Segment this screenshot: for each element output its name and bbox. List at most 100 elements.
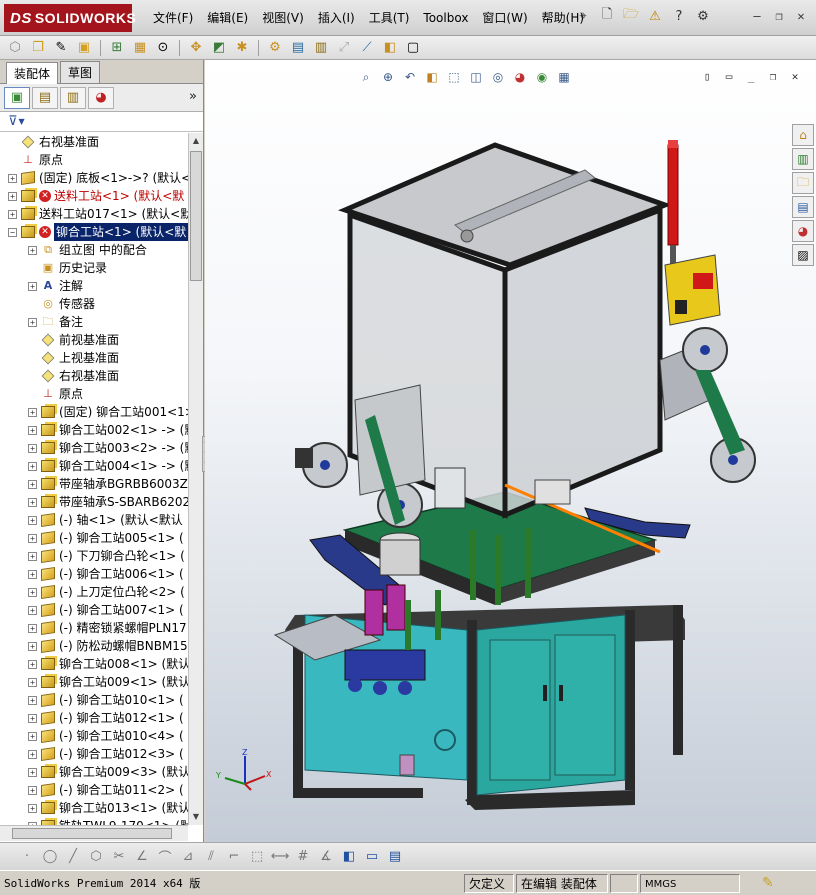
tree-item[interactable]: + 🗀 备注 — [0, 313, 188, 331]
reference-geometry-icon[interactable]: ⚙ — [266, 39, 284, 57]
menu-view[interactable]: 视图(V) — [255, 9, 311, 27]
scroll-down-icon[interactable]: ▼ — [189, 809, 203, 825]
tree-item[interactable]: + (-) 铆合工站012<3> ( — [0, 745, 188, 763]
close-button[interactable]: ✕ — [792, 8, 810, 24]
expand-toggle-icon[interactable]: + — [28, 317, 37, 327]
expand-toggle-icon[interactable]: + — [28, 461, 37, 471]
expand-panel-button[interactable]: » — [189, 89, 197, 104]
linear-pattern-icon[interactable]: ▦ — [131, 39, 149, 57]
open-icon[interactable]: 🗁 — [622, 6, 640, 26]
tree-horizontal-scrollbar[interactable] — [0, 825, 188, 841]
tab-sketch[interactable]: 草图 — [60, 61, 101, 83]
view-palette-icon[interactable]: ▤ — [792, 196, 814, 218]
solidworks-logo[interactable]: DS SOLIDWORKS — [4, 4, 136, 32]
move-component-icon[interactable]: ✥ — [187, 39, 205, 57]
design-library-icon[interactable]: ▥ — [792, 148, 814, 170]
configuration-manager-icon[interactable]: ▥ — [60, 86, 86, 109]
pin-icon[interactable]: ⌖ — [574, 6, 592, 26]
menu-tools[interactable]: 工具(T) — [362, 9, 417, 27]
expand-toggle-icon[interactable]: + — [28, 695, 37, 705]
menu-toolbox[interactable]: Toolbox — [416, 9, 475, 27]
expand-toggle-icon[interactable]: + — [28, 641, 37, 651]
help-icon[interactable]: ? — [670, 6, 688, 26]
tree-item[interactable]: + 铆合工站013<1> (默认< — [0, 799, 188, 817]
scroll-up-icon[interactable]: ▲ — [189, 133, 203, 149]
offset-icon[interactable]: ⊿ — [179, 848, 197, 866]
tree-item[interactable]: + ✕ 送料工站<1> (默认<默 — [0, 187, 188, 205]
insert-component-icon[interactable]: ▣ — [75, 39, 93, 57]
tree-item[interactable]: + (固定) 铆合工站001<1> — [0, 403, 188, 421]
tree-item[interactable]: 右视基准面 — [0, 367, 188, 385]
appearances-icon[interactable]: ◕ — [792, 220, 814, 242]
status-units[interactable]: MMGS — [640, 873, 740, 893]
expand-toggle-icon[interactable]: + — [28, 479, 37, 489]
menu-insert[interactable]: 插入(I) — [311, 9, 362, 27]
tree-item[interactable]: 右视基准面 — [0, 133, 188, 151]
expand-toggle-icon[interactable]: + — [28, 551, 37, 561]
edit-component-icon[interactable]: ✎ — [52, 39, 70, 57]
display-icon[interactable]: ▭ — [363, 848, 381, 866]
expand-toggle-icon[interactable]: + — [28, 623, 37, 633]
menu-file[interactable]: 文件(F) — [146, 9, 200, 27]
mate-icon[interactable]: ⊞ — [108, 39, 126, 57]
dimension-icon[interactable]: ⟷ — [271, 848, 290, 866]
custom-properties-icon[interactable]: ▨ — [792, 244, 814, 266]
fillet-icon[interactable]: ⌒ — [156, 848, 174, 866]
new-motion-study-icon[interactable]: ▤ — [289, 39, 307, 57]
rebuild-warning-icon[interactable]: ⚠ — [646, 6, 664, 26]
expand-toggle-icon[interactable]: + — [28, 281, 37, 291]
bill-of-materials-icon[interactable]: ▥ — [312, 39, 330, 57]
circle-icon[interactable]: ◯ — [41, 848, 59, 866]
new-document-icon[interactable]: 🗋 — [598, 6, 616, 26]
tree-item[interactable]: + (-) 铆合工站012<1> ( — [0, 709, 188, 727]
rectangle-icon[interactable]: ⬚ — [248, 848, 266, 866]
expand-toggle-icon[interactable]: + — [28, 245, 37, 255]
show-hidden-icon[interactable]: ◩ — [210, 39, 228, 57]
smart-fasteners-icon[interactable]: ⊙ — [154, 39, 172, 57]
tree-item[interactable]: + 铆合工站002<1> -> (默 — [0, 421, 188, 439]
tree-item[interactable]: ▣ 历史记录 — [0, 259, 188, 277]
tree-item[interactable]: + 带座轴承BGRBB6003ZZ-3 — [0, 475, 188, 493]
tree-item[interactable]: + 铆合工站008<1> (默认< — [0, 655, 188, 673]
corner-icon[interactable]: ⌐ — [225, 848, 243, 866]
rebuild-icon[interactable]: ✎ — [762, 875, 774, 891]
tree-item[interactable]: + 带座轴承S-SBARB6202ZZ — [0, 493, 188, 511]
expand-toggle-icon[interactable]: + — [8, 191, 17, 201]
expand-toggle-icon[interactable]: + — [28, 515, 37, 525]
tree-item[interactable]: ⊥ 原点 — [0, 151, 188, 169]
expand-toggle-icon[interactable]: + — [8, 209, 17, 219]
file-explorer-icon[interactable]: 🗀 — [792, 172, 814, 194]
graphics-area[interactable]: ⌕ ⊕ ↶ ◧ ⬚ ◫ ◎ ◕ ◉ ▦ ▯ ▭ _ ❐ ✕ ⌂ ▥ 🗀 ▤ ◕ … — [205, 60, 816, 842]
expand-toggle-icon[interactable]: + — [28, 605, 37, 615]
expand-toggle-icon[interactable]: + — [28, 713, 37, 723]
expand-toggle-icon[interactable]: + — [28, 497, 37, 507]
feature-manager-icon[interactable]: ▣ — [4, 86, 30, 109]
tree-item[interactable]: ⊥ 原点 — [0, 385, 188, 403]
expand-toggle-icon[interactable]: + — [28, 677, 37, 687]
tree-item[interactable]: 前视基准面 — [0, 331, 188, 349]
tab-assembly[interactable]: 装配体 — [6, 62, 59, 84]
mirror-icon[interactable]: ⫽ — [202, 848, 220, 866]
menu-window[interactable]: 窗口(W) — [475, 9, 534, 27]
tree-item[interactable]: + (-) 铆合工站010<1> ( — [0, 691, 188, 709]
tree-item[interactable]: 上视基准面 — [0, 349, 188, 367]
angle-icon[interactable]: ∡ — [317, 848, 335, 866]
grid-icon[interactable]: # — [294, 848, 312, 866]
tree-item[interactable]: + (-) 下刀铆合凸轮<1> ( — [0, 547, 188, 565]
expand-toggle-icon[interactable]: + — [28, 785, 37, 795]
open-file-icon[interactable]: ❐ — [29, 39, 47, 57]
tree-item[interactable]: + 送料工站017<1> (默认<默 — [0, 205, 188, 223]
filter-icon[interactable]: ⊽ — [8, 114, 18, 129]
expand-toggle-icon[interactable]: + — [28, 749, 37, 759]
menu-edit[interactable]: 编辑(E) — [200, 9, 255, 27]
tree-item[interactable]: + (固定) 底板<1>->? (默认< — [0, 169, 188, 187]
layout-icon[interactable]: ▢ — [404, 39, 422, 57]
tree-filter[interactable]: ⊽ ▼ — [0, 112, 203, 132]
tree-item[interactable]: + 铆合工站009<3> (默认< — [0, 763, 188, 781]
tree-item[interactable]: + (-) 铆合工站011<2> ( — [0, 781, 188, 799]
expand-toggle-icon[interactable]: + — [28, 407, 37, 417]
tree-item[interactable]: + 铆合工站004<1> -> (默 — [0, 457, 188, 475]
tree-item[interactable]: +铁轨TWL9-170<1> (默认 — [0, 817, 188, 825]
scroll-thumb[interactable] — [12, 828, 172, 839]
expand-toggle-icon[interactable]: + — [28, 533, 37, 543]
